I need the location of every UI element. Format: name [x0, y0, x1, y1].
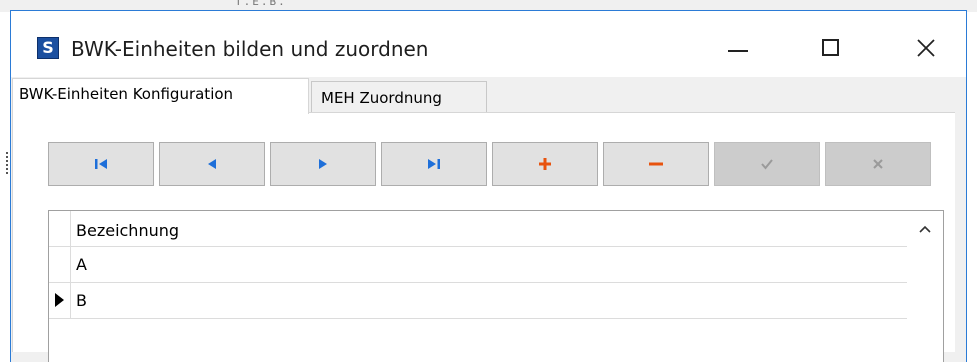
header-indicator — [49, 211, 71, 246]
cell-bezeichnung[interactable]: A — [76, 255, 87, 274]
last-record-button[interactable] — [381, 142, 487, 186]
close-icon — [917, 39, 935, 57]
post-record-button[interactable] — [714, 142, 820, 186]
chevron-up-icon — [919, 225, 931, 233]
cancel-record-button[interactable] — [825, 142, 931, 186]
delete-record-button[interactable] — [603, 142, 709, 186]
row-indicator[interactable] — [49, 247, 71, 282]
edge-marker — [6, 152, 10, 174]
next-record-icon — [319, 159, 327, 169]
window-title: BWK-Einheiten bilden und zuordnen — [71, 37, 429, 61]
prior-record-button[interactable] — [159, 142, 265, 186]
cancel-icon — [873, 159, 883, 169]
grid-header-row: Bezeichnung — [49, 211, 907, 247]
tab-bwk-einheiten-konfiguration[interactable]: BWK-Einheiten Konfiguration — [12, 78, 309, 114]
table-row[interactable]: A — [49, 247, 907, 283]
last-record-icon — [428, 159, 440, 169]
plus-icon — [539, 158, 551, 170]
check-icon — [761, 159, 773, 170]
maximize-button[interactable] — [811, 31, 851, 63]
first-record-button[interactable] — [48, 142, 154, 186]
data-grid[interactable]: Bezeichnung A B — [48, 210, 944, 362]
first-record-icon — [95, 159, 107, 169]
next-record-button[interactable] — [270, 142, 376, 186]
table-row[interactable]: B — [49, 283, 907, 319]
row-indicator[interactable] — [49, 283, 71, 318]
column-header-bezeichnung[interactable]: Bezeichnung — [76, 221, 179, 240]
current-row-pointer-icon — [55, 293, 64, 307]
prior-record-icon — [208, 159, 216, 169]
scroll-up-button[interactable] — [907, 211, 943, 247]
title-bar[interactable]: S BWK-Einheiten bilden und zuordnen — [11, 11, 966, 77]
cell-bezeichnung[interactable]: B — [76, 291, 87, 310]
insert-record-button[interactable] — [492, 142, 598, 186]
close-button[interactable] — [906, 31, 946, 63]
app-icon: S — [37, 37, 59, 59]
minimize-button[interactable] — [718, 31, 758, 63]
minus-icon — [649, 162, 663, 166]
background-fragment-text: T.E.B. — [235, 0, 287, 8]
tab-meh-zuordnung[interactable]: MEH Zuordnung — [311, 81, 487, 113]
